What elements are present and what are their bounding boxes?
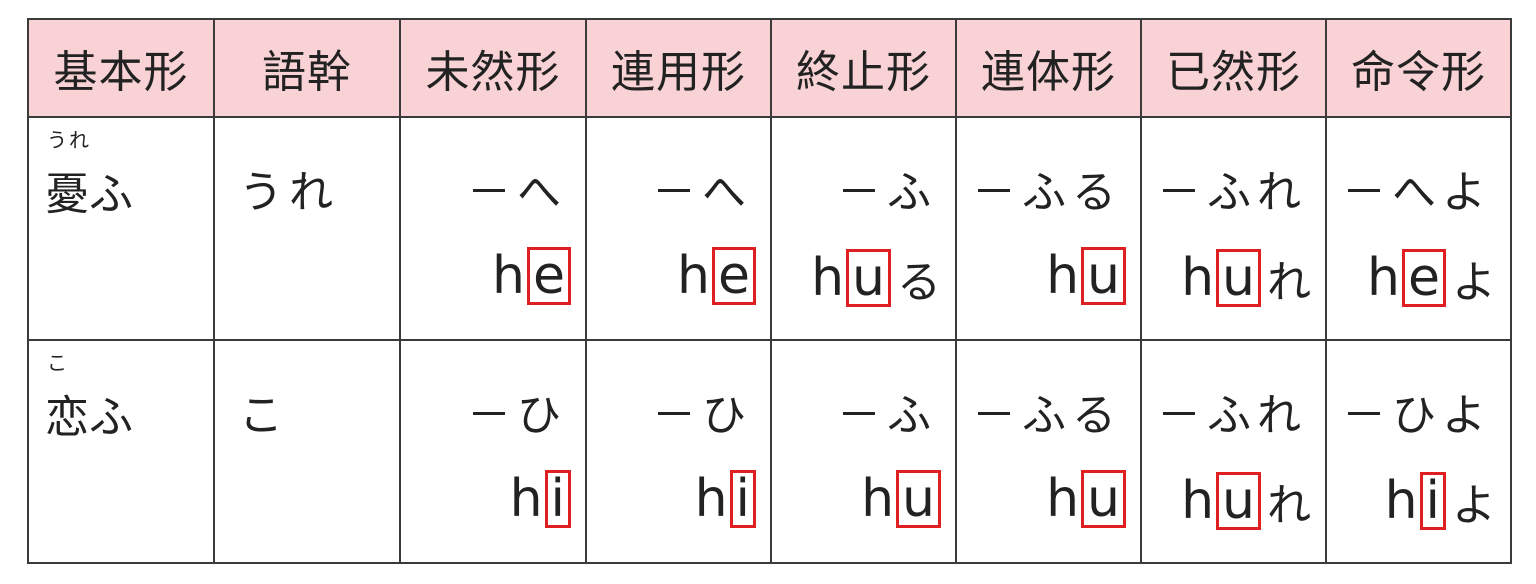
- form-kana: －へ: [467, 167, 567, 218]
- form-romaji: huれ: [1181, 469, 1311, 533]
- header-cell: 連体形: [955, 18, 1142, 118]
- vowel-highlight-box: u: [1081, 247, 1126, 305]
- romaji-tail: れ: [1267, 257, 1311, 308]
- header-cell: 基本形: [27, 18, 215, 118]
- base-form-cell: うれ 憂ふ: [27, 116, 215, 341]
- form-romaji: hu: [1046, 246, 1126, 306]
- conjugation-table: 基本形 語幹 未然形 連用形 終止形 連体形 已然形 命令形 うれ 憂ふ うれ …: [27, 18, 1512, 564]
- form-romaji: heよ: [1367, 246, 1496, 310]
- form-kana: －ふれ: [1157, 390, 1307, 441]
- romaji-lead: h: [492, 246, 525, 306]
- romaji-lead: h: [509, 469, 543, 529]
- romaji-lead: h: [1046, 469, 1080, 529]
- stem-text: こ: [239, 390, 289, 441]
- romaji-lead: h: [677, 246, 710, 306]
- romaji-lead: h: [1046, 246, 1080, 306]
- form-romaji: huる: [811, 246, 941, 310]
- header-cell: 命令形: [1325, 18, 1512, 118]
- form-romaji: he: [492, 246, 571, 306]
- ruby-reading: うれ: [47, 128, 91, 152]
- form-cell: －へよ heよ: [1325, 116, 1512, 341]
- romaji-lead: h: [811, 248, 845, 308]
- header-cell: 終止形: [770, 18, 957, 118]
- table-row: こ 恋ふ こ －ひ hi －ひ hi －ふ hu －ふる hu －ふれ huれ …: [27, 339, 1512, 564]
- header-cell: 語幹: [213, 18, 401, 118]
- form-kana: －ひよ: [1342, 390, 1492, 441]
- vowel-highlight-box: e: [527, 247, 571, 305]
- form-romaji: hu: [1046, 469, 1126, 529]
- table-row: うれ 憂ふ うれ －へ he －へ he －ふ huる －ふる hu －ふれ h…: [27, 116, 1512, 341]
- form-kana: －ひ: [467, 390, 567, 441]
- stem-cell: うれ: [213, 116, 401, 341]
- ruby-reading: こ: [47, 351, 69, 375]
- stem-text: うれ: [239, 167, 339, 218]
- form-romaji: he: [677, 246, 756, 306]
- form-romaji: hi: [510, 469, 571, 529]
- form-romaji: huれ: [1181, 246, 1311, 310]
- vowel-highlight-box: e: [1402, 249, 1446, 307]
- form-cell: －へ he: [585, 116, 772, 341]
- form-cell: －へ he: [399, 116, 587, 341]
- form-kana: －へよ: [1342, 167, 1492, 218]
- form-romaji: hu: [861, 469, 941, 529]
- header-cell: 連用形: [585, 18, 772, 118]
- romaji-lead: h: [861, 469, 895, 529]
- form-cell: －ふれ huれ: [1140, 339, 1327, 564]
- vowel-highlight-box: u: [896, 470, 941, 528]
- form-kana: －ふれ: [1157, 167, 1307, 218]
- vowel-highlight-box: e: [712, 247, 756, 305]
- vowel-highlight-box: i: [729, 470, 756, 528]
- form-romaji: hi: [695, 469, 756, 529]
- form-kana: －へ: [652, 167, 752, 218]
- base-form-word: 恋ふ: [45, 392, 133, 443]
- form-cell: －ひよ hiよ: [1325, 339, 1512, 564]
- form-kana: －ひ: [652, 390, 752, 441]
- vowel-highlight-box: u: [1216, 249, 1261, 307]
- form-kana: －ふ: [837, 390, 937, 441]
- vowel-highlight-box: u: [1081, 470, 1126, 528]
- form-cell: －ふ hu: [770, 339, 957, 564]
- romaji-lead: h: [1367, 248, 1400, 308]
- romaji-lead: h: [694, 469, 728, 529]
- vowel-highlight-box: u: [1216, 472, 1261, 530]
- form-kana: －ふ: [837, 167, 937, 218]
- form-cell: －ふ huる: [770, 116, 957, 341]
- form-cell: －ふれ huれ: [1140, 116, 1327, 341]
- romaji-lead: h: [1181, 471, 1215, 531]
- form-kana: －ふる: [972, 167, 1122, 218]
- base-form-word: 憂ふ: [45, 169, 133, 220]
- romaji-tail: る: [897, 257, 941, 308]
- form-cell: －ひ hi: [585, 339, 772, 564]
- form-cell: －ふる hu: [955, 339, 1142, 564]
- vowel-highlight-box: u: [846, 249, 891, 307]
- base-form-cell: こ 恋ふ: [27, 339, 215, 564]
- form-cell: －ふる hu: [955, 116, 1142, 341]
- header-cell: 已然形: [1140, 18, 1327, 118]
- form-romaji: hiよ: [1385, 469, 1496, 533]
- romaji-tail: よ: [1452, 257, 1496, 308]
- vowel-highlight-box: i: [1419, 472, 1446, 530]
- header-row: 基本形 語幹 未然形 連用形 終止形 連体形 已然形 命令形: [27, 18, 1512, 118]
- vowel-highlight-box: i: [544, 470, 571, 528]
- form-cell: －ひ hi: [399, 339, 587, 564]
- stem-cell: こ: [213, 339, 401, 564]
- romaji-tail: よ: [1452, 480, 1496, 531]
- header-cell: 未然形: [399, 18, 587, 118]
- form-kana: －ふる: [972, 390, 1122, 441]
- romaji-tail: れ: [1267, 480, 1311, 531]
- romaji-lead: h: [1181, 248, 1215, 308]
- romaji-lead: h: [1384, 471, 1418, 531]
